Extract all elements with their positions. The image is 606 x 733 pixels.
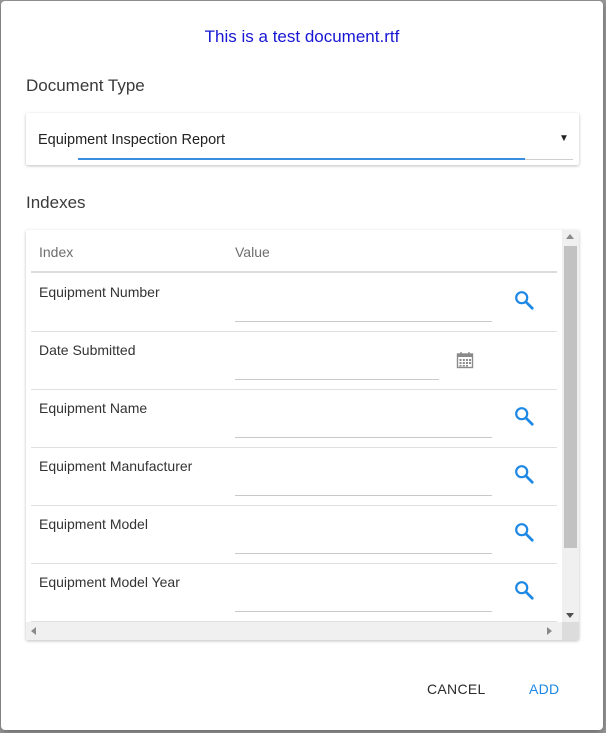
document-type-value: Equipment Inspection Report: [38, 132, 225, 148]
cancel-button[interactable]: CANCEL: [427, 681, 486, 697]
dropdown-arrow-icon[interactable]: ▼: [559, 133, 569, 144]
row-label: Equipment Model: [39, 516, 148, 532]
select-underline-rest: [525, 159, 573, 160]
equipment-name-field[interactable]: [235, 437, 492, 438]
add-button[interactable]: ADD: [529, 681, 559, 697]
search-icon[interactable]: [513, 579, 535, 601]
indexes-label: Indexes: [26, 193, 86, 212]
scroll-down-icon[interactable]: [566, 613, 574, 618]
calendar-icon[interactable]: [456, 351, 474, 369]
equipment-manufacturer-field[interactable]: [235, 495, 492, 496]
column-header-index: Index: [39, 244, 74, 260]
table-row: Equipment Model Year: [31, 563, 557, 622]
equipment-model-year-field[interactable]: [235, 611, 492, 612]
table-row: Equipment Number: [31, 273, 557, 332]
equipment-number-field[interactable]: [235, 321, 492, 322]
table-row: Equipment Model: [31, 505, 557, 564]
scrollbar-thumb[interactable]: [564, 246, 577, 548]
row-label: Equipment Model Year: [39, 574, 180, 590]
scrollbar-corner: [562, 622, 579, 640]
document-title: This is a test document.rtf: [204, 27, 400, 46]
date-submitted-field[interactable]: [235, 379, 439, 380]
scroll-right-icon[interactable]: [547, 627, 552, 635]
search-icon[interactable]: [513, 463, 535, 485]
row-label: Equipment Manufacturer: [39, 458, 193, 474]
document-type-select[interactable]: Equipment Inspection Report ▼: [26, 113, 579, 165]
search-icon[interactable]: [513, 521, 535, 543]
indexes-table: Index Value Equipment Number Date Submit…: [26, 230, 579, 640]
table-row: Date Submitted: [31, 331, 557, 390]
scroll-up-icon[interactable]: [566, 234, 574, 239]
document-type-label: Document Type: [26, 76, 145, 95]
row-label: Date Submitted: [39, 342, 136, 358]
column-header-value: Value: [235, 244, 270, 260]
vertical-scrollbar[interactable]: [562, 230, 579, 622]
search-icon[interactable]: [513, 289, 535, 311]
row-label: Equipment Name: [39, 400, 148, 416]
indexes-table-body: Index Value Equipment Number Date Submit…: [31, 230, 557, 622]
search-icon[interactable]: [513, 405, 535, 427]
add-document-dialog: This is a test document.rtf Document Typ…: [1, 1, 603, 730]
table-row: Equipment Name: [31, 389, 557, 448]
horizontal-scrollbar[interactable]: [26, 622, 562, 640]
scroll-left-icon[interactable]: [31, 627, 36, 635]
equipment-model-field[interactable]: [235, 553, 492, 554]
table-row: Equipment Manufacturer: [31, 447, 557, 506]
row-label: Equipment Number: [39, 284, 160, 300]
select-underline: [78, 158, 525, 160]
